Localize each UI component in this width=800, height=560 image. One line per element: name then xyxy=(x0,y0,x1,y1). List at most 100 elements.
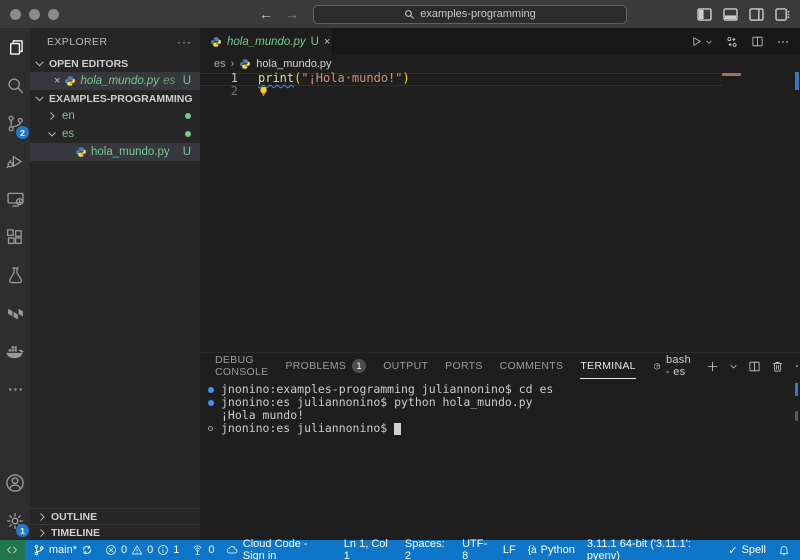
folder-row-en[interactable]: en xyxy=(30,107,200,125)
kill-terminal-icon[interactable] xyxy=(771,360,784,373)
close-window-button[interactable] xyxy=(10,8,21,20)
file-name: hola_mundo.py xyxy=(91,146,170,158)
outline-label: OUTLINE xyxy=(51,510,98,523)
more-views-icon[interactable] xyxy=(0,370,30,408)
toggle-sidebar-icon[interactable] xyxy=(697,7,712,21)
run-python-file-button[interactable] xyxy=(690,35,713,48)
remote-explorer-icon[interactable] xyxy=(0,180,30,218)
outline-section[interactable]: OUTLINE xyxy=(30,508,200,524)
chevron-down-icon xyxy=(33,57,46,70)
open-editor-filename: hola_mundo.py xyxy=(80,75,160,87)
git-status-untracked: U xyxy=(182,75,191,87)
explorer-icon[interactable] xyxy=(0,28,30,66)
terraform-icon[interactable] xyxy=(0,294,30,332)
tab-hola-mundo[interactable]: hola_mundo.py U × xyxy=(200,28,333,55)
eol-status[interactable]: LF xyxy=(497,540,522,560)
spell-checker-status[interactable]: ✓ Spell xyxy=(722,540,772,560)
workspace-section[interactable]: EXAMPLES-PROGRAMMING xyxy=(30,90,200,107)
terminal-scroll-decoration xyxy=(795,411,798,421)
git-branch-status[interactable]: main* xyxy=(27,540,99,560)
customize-layout-icon[interactable] xyxy=(775,7,790,21)
indentation-status[interactable]: Spaces: 2 xyxy=(399,538,456,560)
timeline-section[interactable]: TIMELINE xyxy=(30,524,200,540)
minimize-window-button[interactable] xyxy=(29,8,40,20)
toggle-panel-icon[interactable] xyxy=(723,7,738,21)
terminal-cursor xyxy=(394,422,402,435)
error-icon xyxy=(106,545,116,555)
tab-comments[interactable]: COMMENTS xyxy=(500,353,564,379)
chevron-right-icon xyxy=(46,110,58,122)
status-bar: main* 0 0 1 0 Cloud Code - Sign in Ln 1, xyxy=(0,538,800,560)
close-icon[interactable]: × xyxy=(54,75,60,87)
tab-output[interactable]: OUTPUT xyxy=(383,353,428,379)
terminal-profile-icon xyxy=(653,362,660,370)
source-control-icon[interactable]: 2 xyxy=(0,104,30,142)
terminal-profile-selector[interactable]: bash - es xyxy=(653,354,696,378)
launch-profile-chevron-icon[interactable] xyxy=(729,362,738,371)
cloud-code-signin[interactable]: Cloud Code - Sign in xyxy=(220,538,337,560)
folder-row-es[interactable]: es xyxy=(30,125,200,143)
chevron-down-icon xyxy=(705,38,713,46)
language-mode-icon: {à xyxy=(527,544,537,556)
problems-status[interactable]: 0 0 1 xyxy=(99,540,185,560)
language-mode[interactable]: {à Python xyxy=(522,540,581,560)
tab-debug-console[interactable]: DEBUG CONSOLE xyxy=(215,353,268,379)
cloud-icon xyxy=(227,546,238,554)
open-editors-section[interactable]: OPEN EDITORS xyxy=(30,55,200,72)
command-decoration-success[interactable] xyxy=(208,386,221,393)
lightbulb-icon[interactable] xyxy=(258,86,269,98)
back-icon[interactable]: ← xyxy=(259,6,273,22)
tab-ports[interactable]: PORTS xyxy=(445,353,482,379)
file-row-hola-mundo[interactable]: hola_mundo.py U xyxy=(30,143,200,161)
command-decoration-success[interactable] xyxy=(208,399,221,406)
command-center-search[interactable]: examples-programming xyxy=(313,4,627,24)
forwarded-ports-status[interactable]: 0 xyxy=(185,540,220,560)
encoding-status[interactable]: UTF-8 xyxy=(456,538,497,560)
activity-bar: 2 1 xyxy=(0,28,30,540)
run-debug-icon[interactable] xyxy=(0,142,30,180)
cursor-position[interactable]: Ln 1, Col 1 xyxy=(338,538,399,560)
code-editor[interactable]: 1 print("¡Hola·mundo!") 2 xyxy=(200,72,800,352)
search-sidebar-icon[interactable] xyxy=(0,66,30,104)
timeline-label: TIMELINE xyxy=(51,526,100,539)
python-interpreter[interactable]: 3.11.1 64-bit ('3.11.1': pyenv) xyxy=(581,538,722,560)
open-editor-item[interactable]: × hola_mundo.py es U xyxy=(30,72,200,90)
tab-terminal[interactable]: TERMINAL xyxy=(580,353,636,379)
workspace-label: EXAMPLES-PROGRAMMING xyxy=(49,92,193,105)
editor-more-actions-icon[interactable] xyxy=(776,35,790,49)
notifications-bell[interactable] xyxy=(772,540,796,560)
breadcrumb-folder[interactable]: es xyxy=(214,58,226,70)
command-decoration-prompt[interactable] xyxy=(208,426,221,431)
terminal-output[interactable]: jnonino:examples-programming juliannonin… xyxy=(200,379,800,435)
remote-indicator[interactable] xyxy=(0,540,25,560)
settings-gear-icon[interactable]: 1 xyxy=(0,502,30,540)
forward-icon[interactable]: → xyxy=(285,6,299,22)
split-editor-icon[interactable] xyxy=(751,35,764,48)
python-file-icon xyxy=(210,36,222,48)
accounts-icon[interactable] xyxy=(0,464,30,502)
panel-more-actions-icon[interactable] xyxy=(794,359,800,373)
tab-problems[interactable]: PROBLEMS 1 xyxy=(285,353,367,379)
bottom-panel: DEBUG CONSOLE PROBLEMS 1 OUTPUT PORTS CO… xyxy=(200,352,800,540)
tab-git-status: U xyxy=(310,35,319,48)
search-icon xyxy=(404,9,415,20)
check-icon: ✓ xyxy=(728,544,738,557)
explorer-more-actions-icon[interactable]: ··· xyxy=(177,35,192,49)
split-terminal-icon[interactable] xyxy=(748,360,761,373)
vscode-window: ← → examples-programming 2 1 EXPLORER ··… xyxy=(0,0,800,560)
zoom-window-button[interactable] xyxy=(48,8,59,20)
docker-icon[interactable] xyxy=(0,332,30,370)
play-icon xyxy=(693,37,701,46)
git-modified-dot xyxy=(185,113,191,119)
git-status-untracked: U xyxy=(182,146,191,158)
breadcrumb-file[interactable]: hola_mundo.py xyxy=(256,58,331,70)
testing-icon[interactable] xyxy=(0,256,30,294)
open-editor-folder: es xyxy=(163,75,176,87)
open-editors-label: OPEN EDITORS xyxy=(49,57,129,70)
breadcrumb[interactable]: es › hola_mundo.py xyxy=(200,55,800,72)
new-terminal-icon[interactable] xyxy=(706,360,719,373)
open-changes-icon[interactable] xyxy=(725,35,739,49)
close-tab-icon[interactable]: × xyxy=(324,36,330,48)
extensions-icon[interactable] xyxy=(0,218,30,256)
toggle-secondary-sidebar-icon[interactable] xyxy=(749,7,764,21)
